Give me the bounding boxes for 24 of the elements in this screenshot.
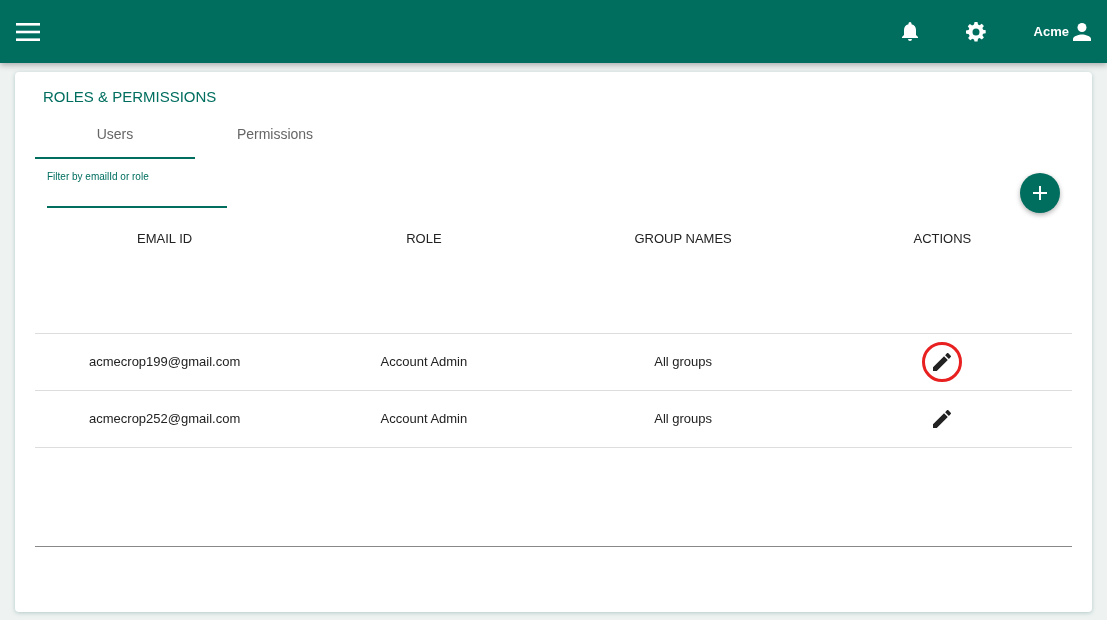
tab[interactable]: Permissions — [195, 114, 355, 159]
table-cell-text: All groups — [653, 353, 714, 372]
table-cell-text: All groups — [653, 410, 714, 429]
plus-icon — [1033, 186, 1047, 200]
user-icon[interactable] — [1073, 22, 1091, 41]
pencil-icon — [933, 353, 952, 371]
edit-button[interactable] — [922, 342, 963, 382]
column-header: EMAIL ID — [136, 230, 194, 248]
pencil-icon — [933, 410, 952, 428]
settings-icon[interactable] — [965, 21, 986, 42]
tab[interactable]: Users — [35, 114, 195, 159]
add-button[interactable] — [1020, 173, 1060, 213]
table-cell-text: acmecrop199@gmail.com — [88, 353, 242, 372]
page-title: ROLES & PERMISSIONS — [43, 88, 218, 106]
table-cell-text: Account Admin — [379, 353, 469, 372]
filter-label: Filter by emailId or role — [47, 170, 150, 184]
menu-icon[interactable] — [16, 22, 40, 41]
column-header: ACTIONS — [912, 230, 973, 248]
table-cell-text: Account Admin — [379, 410, 469, 429]
table-cell-text: acmecrop252@gmail.com — [88, 410, 242, 429]
user-name: Acme — [1033, 22, 1069, 41]
column-header: GROUP NAMES — [633, 230, 733, 248]
notification-bell-icon[interactable] — [901, 21, 918, 42]
column-header: ROLE — [405, 230, 443, 248]
